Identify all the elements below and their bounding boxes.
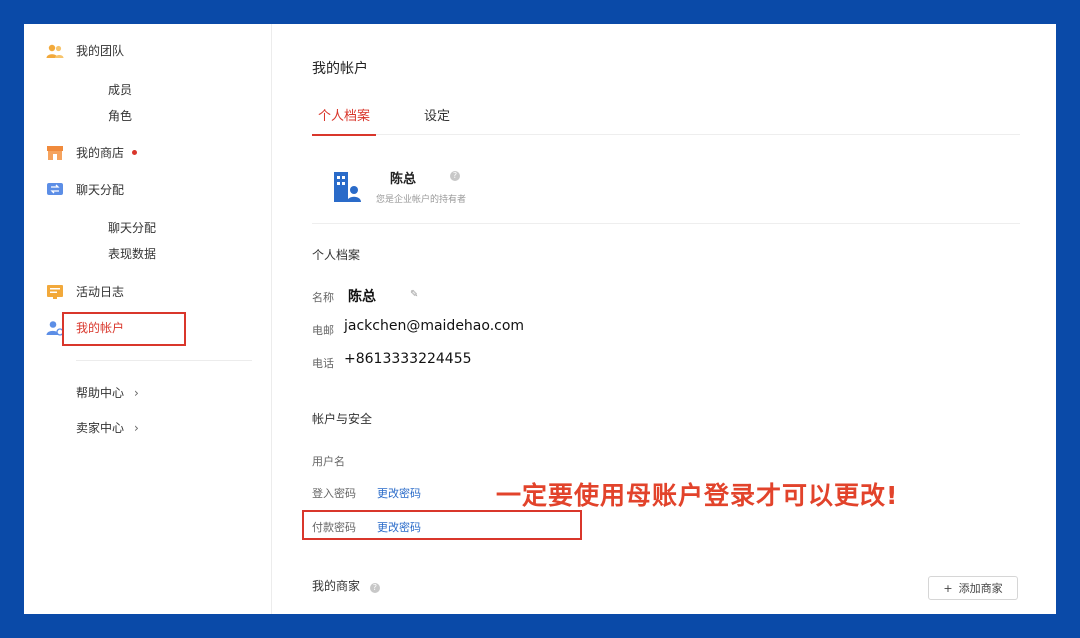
email-label: 电邮 (312, 324, 334, 337)
phone-label: 电话 (312, 357, 334, 370)
chevron-right-icon: › (134, 420, 139, 435)
sidebar-item-label: 我的团队 (76, 44, 125, 58)
section-title-label: 我的商家 (312, 579, 361, 593)
enterprise-owner-icon (334, 172, 361, 202)
highlight-box-payment-password (302, 510, 582, 540)
notification-dot (132, 150, 138, 155)
tab-settings[interactable]: 设定 (418, 105, 456, 134)
sidebar-link-seller-center[interactable]: 卖家中心 › (76, 419, 139, 436)
add-merchant-button[interactable]: + 添加商家 (928, 576, 1018, 600)
sidebar-divider (76, 360, 252, 361)
sidebar-item-label: 我的商店 (76, 146, 125, 160)
chevron-right-icon: › (134, 385, 139, 400)
email-value: jackchen@maidehao.com (344, 318, 525, 334)
section-title-security: 帐户与安全 (312, 412, 373, 426)
activity-log-icon (47, 284, 63, 299)
sidebar-item-label: 活动日志 (76, 285, 125, 299)
page-title: 我的帐户 (312, 61, 368, 77)
chat-assign-icon (47, 182, 63, 195)
add-merchant-label: 添加商家 (958, 582, 1003, 595)
change-login-password-link[interactable]: 更改密码 (377, 485, 421, 501)
sidebar-link-label: 帮助中心 (76, 386, 125, 400)
sidebar: 我的团队 成员 角色 我的商店 聊天分配 聊天分配 表现数据 活动日志 我的帐户… (24, 24, 272, 614)
sidebar-item-label: 聊天分配 (76, 183, 125, 197)
sidebar-link-label: 卖家中心 (76, 421, 125, 435)
username-label: 用户名 (312, 455, 345, 468)
section-title-merchants: 我的商家 ? (312, 577, 380, 594)
name-value: 陈总 (348, 289, 376, 305)
sidebar-item-team[interactable]: 我的团队 (46, 42, 125, 59)
team-icon (46, 44, 64, 58)
sidebar-item-activity-log[interactable]: 活动日志 (47, 283, 125, 300)
profile-name: 陈总 (390, 172, 417, 187)
plus-icon: + (943, 581, 953, 595)
tab-profile[interactable]: 个人档案 (312, 105, 377, 136)
phone-value: +8613333224455 (344, 351, 472, 367)
shop-icon (47, 145, 63, 160)
name-label: 名称 (312, 291, 334, 304)
sidebar-item-shop[interactable]: 我的商店 (47, 144, 138, 161)
sidebar-subitem-roles[interactable]: 角色 (108, 107, 132, 124)
profile-subtitle: 您是企业帐户的持有者 (376, 195, 467, 205)
highlight-box-account (62, 312, 186, 346)
sidebar-link-help-center[interactable]: 帮助中心 › (76, 384, 139, 401)
help-icon[interactable]: ? (450, 171, 460, 181)
sidebar-subitem-performance[interactable]: 表现数据 (108, 245, 156, 262)
sidebar-item-chat-assign[interactable]: 聊天分配 (47, 181, 125, 198)
app-window: 我的团队 成员 角色 我的商店 聊天分配 聊天分配 表现数据 活动日志 我的帐户… (24, 24, 1056, 614)
tab-bar: 个人档案 设定 (312, 102, 1020, 136)
section-title-personal: 个人档案 (312, 248, 361, 262)
edit-pencil-icon[interactable]: ✎ (410, 289, 418, 300)
login-password-label: 登入密码 (312, 487, 356, 500)
annotation-text: 一定要使用母账户登录才可以更改! (496, 481, 899, 510)
help-icon[interactable]: ? (369, 583, 380, 593)
sidebar-subitem-members[interactable]: 成员 (108, 81, 132, 98)
main-content: 我的帐户 个人档案 设定 陈总 ? 您是企业帐户的持有者 个人档案 名称 陈总 … (272, 24, 1056, 614)
sidebar-subitem-chat-assign[interactable]: 聊天分配 (108, 219, 156, 236)
section-divider (312, 223, 1020, 224)
profile-header: 陈总 ? 您是企业帐户的持有者 (332, 164, 932, 214)
